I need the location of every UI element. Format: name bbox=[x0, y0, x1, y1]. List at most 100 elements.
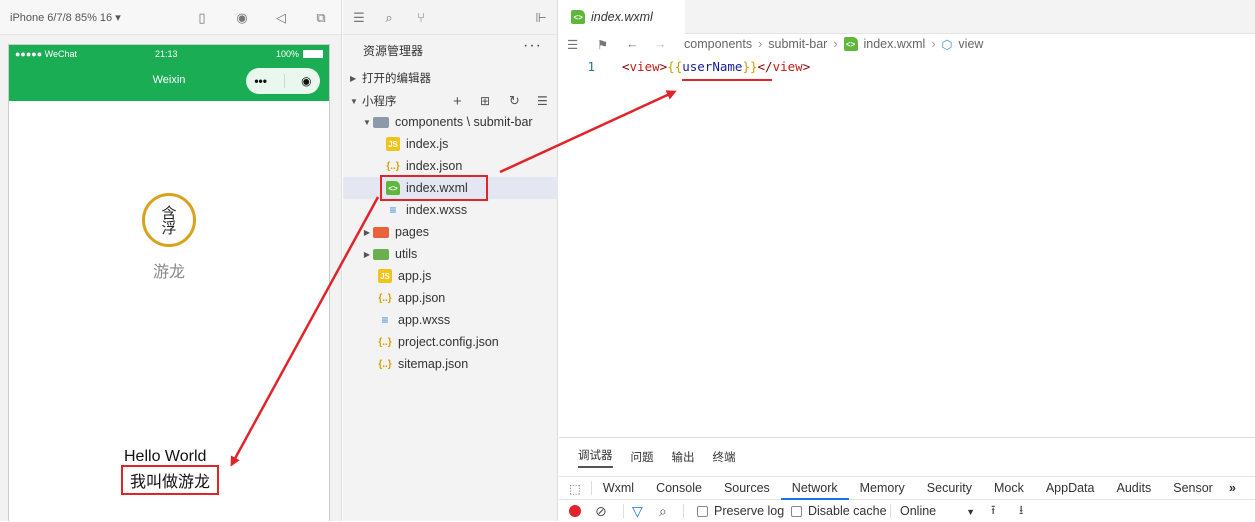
outline-icon[interactable]: ☰ bbox=[567, 37, 578, 52]
tree-item-index-wxml[interactable]: <> index.wxml bbox=[343, 177, 558, 199]
js-file-icon: JS bbox=[386, 137, 400, 151]
carrier-label: ●●●●● WeChat bbox=[15, 49, 77, 59]
folder-open-icon bbox=[373, 117, 389, 128]
checkbox-box[interactable] bbox=[791, 506, 802, 517]
editor-tabbar: <> index.wxml bbox=[559, 0, 1255, 34]
breadcrumb-item[interactable]: index.wxml bbox=[864, 37, 926, 51]
tab-appdata[interactable]: AppData bbox=[1035, 481, 1106, 495]
json-file-icon: {..} bbox=[386, 159, 400, 173]
clear-icon[interactable]: ⊘ bbox=[595, 503, 607, 520]
explorer-more-button[interactable]: ··· bbox=[523, 37, 542, 55]
tree-item-index-json[interactable]: {..} index.json bbox=[343, 155, 558, 177]
tree-item-index-wxss[interactable]: ≡ index.wxss bbox=[343, 199, 558, 221]
checkbox-box[interactable] bbox=[697, 506, 708, 517]
wxml-file-icon: <> bbox=[571, 10, 585, 24]
refresh-icon[interactable]: ↻ bbox=[509, 93, 520, 109]
tab-sensor[interactable]: Sensor bbox=[1162, 481, 1224, 495]
forward-arrow-icon[interactable]: → bbox=[654, 37, 667, 51]
tree-item-sitemap[interactable]: {..} sitemap.json bbox=[343, 353, 558, 375]
tree-item-app-js[interactable]: JS app.js bbox=[343, 265, 558, 287]
new-folder-icon[interactable]: ⊞ bbox=[480, 94, 490, 108]
download-icon[interactable]: ⭳ bbox=[1019, 501, 1023, 522]
capsule-menu: ••• ◉ bbox=[246, 68, 320, 94]
back-arrow-icon[interactable]: ← bbox=[626, 37, 639, 51]
project-section[interactable]: ▼ 小程序 + ⊞ ↻ ☰ bbox=[343, 90, 558, 112]
brace: { bbox=[667, 59, 675, 74]
record-icon[interactable]: ◉ bbox=[234, 10, 250, 26]
throttle-select[interactable]: Online▼ bbox=[900, 504, 975, 518]
chevron-right-icon: ▶ bbox=[350, 74, 362, 83]
search-icon[interactable]: ⌕ bbox=[659, 503, 667, 520]
inspect-icon[interactable]: ⬚ bbox=[559, 481, 591, 496]
tab-sources[interactable]: Sources bbox=[713, 481, 781, 495]
tab-network[interactable]: Network bbox=[781, 476, 849, 500]
preserve-log-label: Preserve log bbox=[714, 504, 784, 518]
tree-item-label: app.wxss bbox=[398, 313, 450, 327]
tab-memory[interactable]: Memory bbox=[849, 481, 916, 495]
open-editors-section[interactable]: ▶ 打开的编辑器 bbox=[343, 67, 558, 89]
tree-item-app-wxss[interactable]: ≡ app.wxss bbox=[343, 309, 558, 331]
tree-item-pages[interactable]: ▶ pages bbox=[343, 221, 558, 243]
debug-icon[interactable]: ⊩ bbox=[533, 10, 549, 26]
tab-terminal[interactable]: 终端 bbox=[713, 449, 736, 465]
chevron-down-icon: ▼ bbox=[361, 118, 373, 127]
upload-icon[interactable]: ⭱ bbox=[991, 501, 995, 522]
wechat-navbar: ●●●●● WeChat 21:13 100% Weixin ••• ◉ bbox=[9, 45, 329, 101]
new-file-icon[interactable]: + bbox=[453, 93, 462, 110]
open-editors-label: 打开的编辑器 bbox=[362, 70, 431, 86]
nickname: 游龙 bbox=[9, 258, 329, 282]
tab-debugger[interactable]: 调试器 bbox=[578, 447, 613, 468]
tab-output[interactable]: 输出 bbox=[672, 449, 695, 465]
search-icon[interactable]: ⌕ bbox=[381, 10, 397, 26]
device-select[interactable]: iPhone 6/7/8 85% 16 ▾ bbox=[10, 11, 121, 24]
status-bar: ●●●●● WeChat 21:13 100% bbox=[9, 45, 329, 63]
project-label: 小程序 bbox=[362, 93, 397, 109]
code-content[interactable]: <view>{{userName}}</view> bbox=[622, 59, 810, 74]
breadcrumb-item[interactable]: view bbox=[958, 37, 983, 51]
tree-item-label: app.json bbox=[398, 291, 445, 305]
more-button[interactable]: ••• bbox=[254, 74, 267, 88]
list-icon[interactable]: ☰ bbox=[351, 10, 367, 26]
tree-item-label: utils bbox=[395, 247, 417, 261]
breadcrumb-item[interactable]: components bbox=[684, 37, 752, 51]
tab-audits[interactable]: Audits bbox=[1105, 481, 1162, 495]
intro-text-highlight: 我叫做游龙 bbox=[121, 465, 219, 495]
preserve-log-checkbox[interactable]: Preserve log bbox=[697, 504, 784, 518]
record-button[interactable] bbox=[569, 505, 581, 517]
filter-icon[interactable]: ▽ bbox=[632, 503, 643, 520]
bookmark-icon[interactable]: ⚑ bbox=[597, 37, 608, 52]
tree-item-project-config[interactable]: {..} project.config.json bbox=[343, 331, 558, 353]
tree-item-label: index.wxss bbox=[406, 203, 467, 217]
avatar-text: 含浮 bbox=[159, 205, 180, 235]
collapse-icon[interactable]: ☰ bbox=[537, 94, 548, 108]
tree-item-app-json[interactable]: {..} app.json bbox=[343, 287, 558, 309]
more-tabs-button[interactable]: » bbox=[1218, 481, 1247, 495]
code-line[interactable]: 1 <view>{{userName}}</view> bbox=[559, 55, 1255, 77]
wxss-file-icon: ≡ bbox=[386, 203, 400, 217]
divider bbox=[683, 504, 684, 518]
chevron-right-icon: › bbox=[833, 37, 837, 51]
intro-text: 我叫做游龙 bbox=[130, 468, 210, 492]
tab-console[interactable]: Console bbox=[645, 481, 713, 495]
tab-mock[interactable]: Mock bbox=[983, 481, 1035, 495]
disable-cache-checkbox[interactable]: Disable cache bbox=[791, 504, 887, 518]
tree-item-utils[interactable]: ▶ utils bbox=[343, 243, 558, 265]
tab-problems[interactable]: 问题 bbox=[631, 449, 654, 465]
tree-item-components[interactable]: ▼ components \ submit-bar bbox=[343, 111, 558, 133]
tab-index-wxml[interactable]: <> index.wxml bbox=[559, 0, 685, 34]
divider bbox=[623, 504, 624, 518]
source-control-icon[interactable]: ⑂ bbox=[413, 10, 429, 26]
cube-icon: ⬡ bbox=[942, 37, 953, 52]
tag-bracket: < bbox=[622, 59, 630, 74]
close-button[interactable]: ◉ bbox=[301, 74, 311, 88]
tab-security[interactable]: Security bbox=[916, 481, 983, 495]
simulator-toolbar: iPhone 6/7/8 85% 16 ▾ ▯ ◉ ◁ ⧉ bbox=[0, 0, 341, 35]
breadcrumb-item[interactable]: submit-bar bbox=[768, 37, 827, 51]
tab-wxml[interactable]: Wxml bbox=[592, 481, 645, 495]
phone-icon[interactable]: ▯ bbox=[194, 10, 210, 26]
explorer-panel: ☰ ⌕ ⑂ ⊩ 资源管理器 ··· ▶ 打开的编辑器 ▼ 小程序 + ⊞ ↻ ☰… bbox=[343, 0, 558, 521]
chevron-down-icon: ▼ bbox=[966, 507, 975, 517]
tree-item-index-js[interactable]: JS index.js bbox=[343, 133, 558, 155]
volume-icon[interactable]: ◁ bbox=[273, 10, 289, 26]
window-icon[interactable]: ⧉ bbox=[313, 10, 329, 26]
